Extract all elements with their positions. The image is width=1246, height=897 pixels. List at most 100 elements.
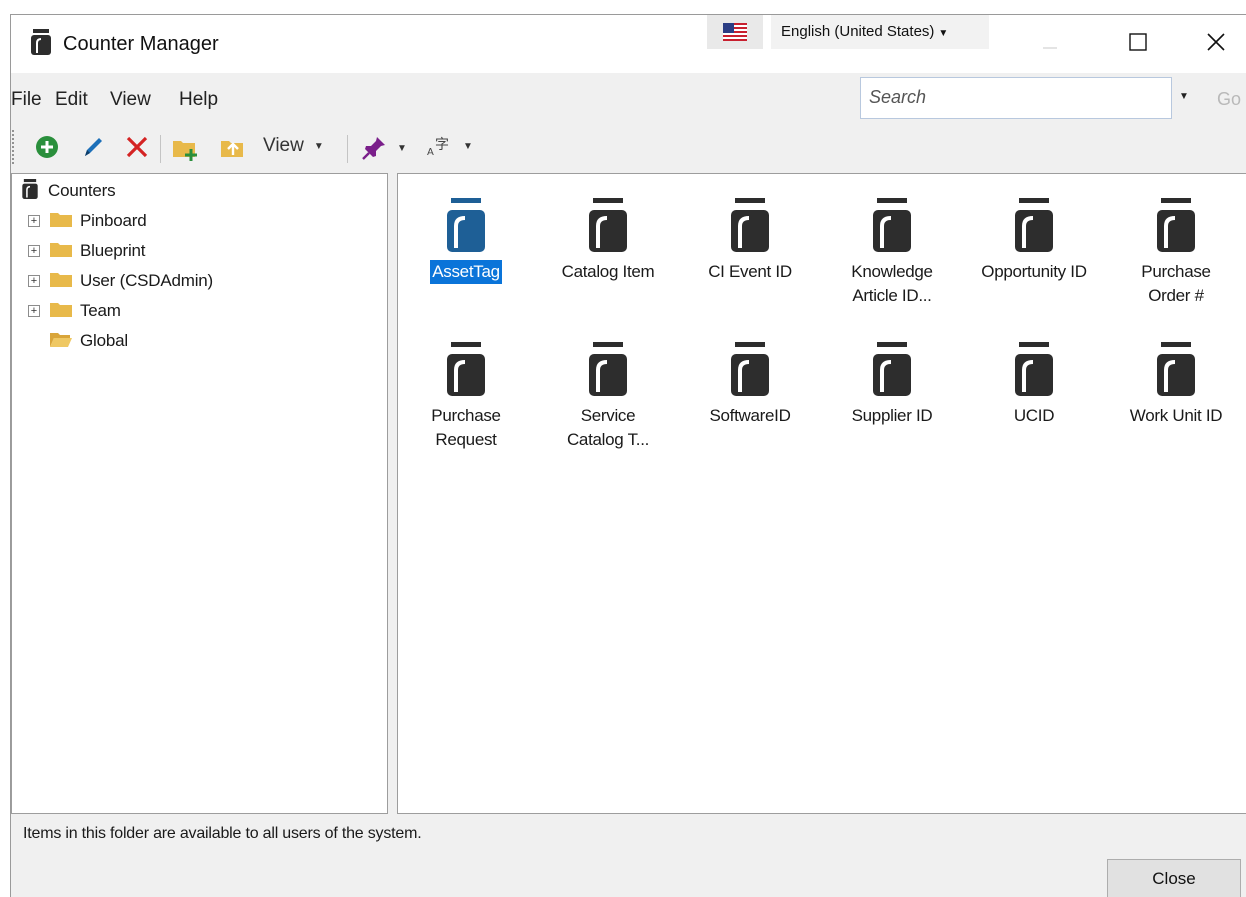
counter-tile[interactable]: Purchase Request: [406, 326, 526, 456]
counter-label: UCID: [1012, 404, 1056, 428]
counter-tile[interactable]: CI Event ID: [690, 182, 810, 312]
chevron-down-icon: ▼: [313, 140, 324, 152]
counter-label-line1: Supplier ID: [851, 406, 933, 425]
chevron-down-icon: ▼: [938, 28, 949, 39]
tree-item-label: User (CSDAdmin): [80, 271, 214, 290]
counter-label: Purchase Request: [429, 404, 502, 452]
counter-list: AssetTag Catalog Item CI Event ID Knowledge…: [397, 173, 1246, 814]
close-icon: [1207, 33, 1225, 51]
language-icon[interactable]: A字 ▼: [427, 135, 473, 157]
counter-manager-window: Counter Manager English (United States) ▼: [10, 14, 1246, 897]
tree-item-user[interactable]: + User (CSDAdmin): [28, 268, 213, 294]
counter-icon: [729, 326, 771, 396]
close-window-button[interactable]: [1193, 19, 1239, 65]
counter-tile[interactable]: UCID: [974, 326, 1094, 456]
counter-label: Opportunity ID: [979, 260, 1088, 284]
counter-tile[interactable]: Purchase Order #: [1116, 182, 1236, 312]
tree-item-label: Blueprint: [80, 241, 146, 260]
counter-label-line1: AssetTag: [432, 262, 500, 281]
tree-item-team[interactable]: + Team: [28, 298, 121, 324]
counter-tile[interactable]: Catalog Item: [548, 182, 668, 312]
edit-icon[interactable]: [81, 135, 105, 159]
counter-tile[interactable]: SoftwareID: [690, 326, 810, 456]
move-folder-icon[interactable]: [219, 135, 247, 159]
counter-label-line1: SoftwareID: [709, 406, 791, 425]
counter-label-line1: UCID: [1013, 406, 1055, 425]
language-value: English (United States): [781, 23, 935, 40]
go-button[interactable]: Go: [1217, 89, 1241, 110]
expand-icon[interactable]: +: [28, 215, 40, 227]
title-bar: Counter Manager English (United States) ▼: [11, 15, 1246, 73]
counter-icon: [445, 326, 487, 396]
counter-icon: [1155, 326, 1197, 396]
tree-item-label: Team: [80, 301, 121, 320]
counter-icon: [20, 178, 40, 204]
chevron-down-icon: ▼: [397, 142, 407, 154]
counter-label-line1: Purchase: [431, 406, 501, 425]
counter-label: AssetTag: [430, 260, 502, 284]
status-text: Items in this folder are available to al…: [23, 825, 422, 842]
tree-root-label: Counters: [48, 181, 116, 200]
counter-icon: [587, 182, 629, 252]
counter-label: Service Catalog T...: [565, 404, 651, 452]
language-flag-button[interactable]: [707, 15, 763, 49]
counter-tile[interactable]: Supplier ID: [832, 326, 952, 456]
toolbar-separator: [347, 135, 348, 163]
tree-item-global[interactable]: Global: [50, 328, 128, 354]
folder-tree: Counters + Pinboard + Blueprint + User (…: [11, 173, 388, 814]
counter-tile[interactable]: Opportunity ID: [974, 182, 1094, 312]
menu-edit[interactable]: Edit: [55, 89, 88, 111]
counter-label: Supplier ID: [850, 404, 935, 428]
menu-help[interactable]: Help: [179, 89, 218, 111]
counter-tile[interactable]: Knowledge Article ID...: [832, 182, 952, 312]
counter-tile[interactable]: AssetTag: [406, 182, 526, 312]
counter-tile[interactable]: Work Unit ID: [1116, 326, 1236, 456]
view-dropdown-button[interactable]: View ▼: [263, 135, 324, 157]
status-bar: Items in this folder are available to al…: [11, 815, 1246, 897]
folder-icon: [50, 241, 72, 262]
pin-icon[interactable]: ▼: [361, 135, 407, 161]
folder-icon: [50, 271, 72, 292]
counter-label-line2: Article ID...: [852, 286, 932, 305]
minimize-icon: [1043, 47, 1057, 49]
expand-icon[interactable]: +: [28, 305, 40, 317]
counter-label-line1: Opportunity ID: [981, 262, 1087, 281]
maximize-button[interactable]: [1115, 19, 1161, 65]
counter-icon: [871, 182, 913, 252]
counter-label-line1: Work Unit ID: [1129, 406, 1223, 425]
minimize-button[interactable]: [1027, 19, 1073, 65]
counter-icon: [729, 182, 771, 252]
menu-view[interactable]: View: [110, 89, 151, 111]
tree-item-label: Pinboard: [80, 211, 147, 230]
counter-label-line1: Catalog Item: [561, 262, 655, 281]
add-icon[interactable]: [35, 135, 59, 159]
counter-tile[interactable]: Service Catalog T...: [548, 326, 668, 456]
counter-icon: [871, 326, 913, 396]
close-button[interactable]: Close: [1107, 859, 1241, 897]
search-input[interactable]: Search: [860, 77, 1172, 119]
tree-root[interactable]: Counters: [20, 178, 116, 204]
new-folder-icon[interactable]: [171, 135, 201, 161]
counter-label: SoftwareID: [707, 404, 792, 428]
view-label: View: [263, 135, 304, 156]
folder-icon: [50, 211, 72, 232]
us-flag-icon: [723, 23, 747, 41]
language-dropdown[interactable]: English (United States) ▼: [771, 15, 989, 49]
window-title: Counter Manager: [63, 33, 219, 55]
counter-label: Purchase Order #: [1139, 260, 1212, 308]
search-placeholder: Search: [869, 87, 927, 107]
expand-icon[interactable]: +: [28, 245, 40, 257]
search-dropdown-icon[interactable]: ▼: [1179, 91, 1189, 102]
counter-app-icon: [29, 29, 53, 60]
tree-item-blueprint[interactable]: + Blueprint: [28, 238, 145, 264]
delete-icon[interactable]: [125, 135, 149, 159]
counter-label: Catalog Item: [560, 260, 657, 284]
counter-icon: [1013, 326, 1055, 396]
tree-item-pinboard[interactable]: + Pinboard: [28, 208, 147, 234]
counter-label-line1: CI Event ID: [708, 262, 792, 281]
counter-label: Work Unit ID: [1128, 404, 1224, 428]
counter-label-line1: Service: [580, 406, 636, 425]
menu-file[interactable]: File: [11, 89, 42, 111]
toolbar-grip[interactable]: [11, 129, 15, 165]
expand-icon[interactable]: +: [28, 275, 40, 287]
